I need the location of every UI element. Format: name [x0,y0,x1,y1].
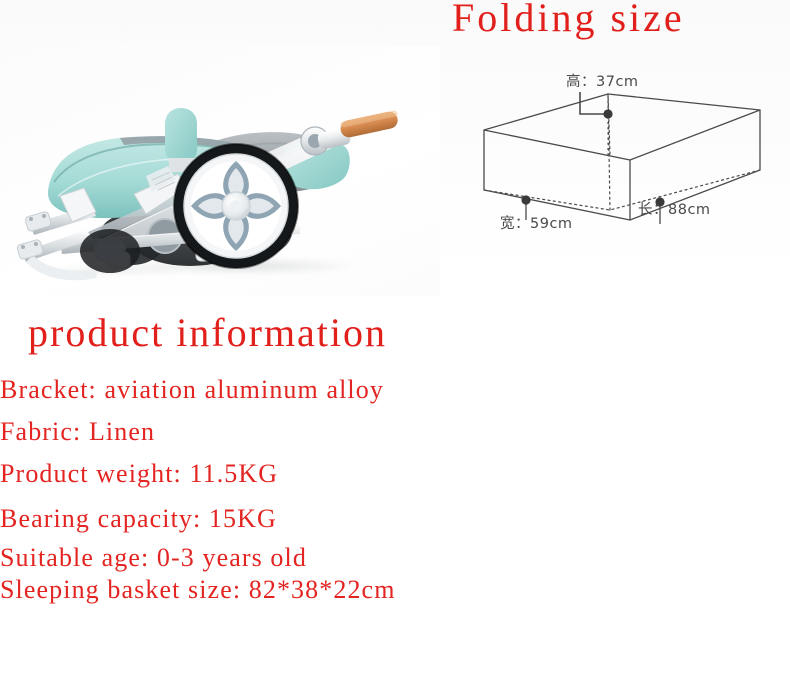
product-information-heading: product information [28,310,388,355]
height-dimension-label: 高：37cm [566,74,639,90]
folded-stroller-illustration [16,108,398,281]
spec-bracket: Bracket: aviation aluminum alloy [0,375,384,404]
spec-basket: Sleeping basket size: 82*38*22cm [0,575,396,604]
spec-weight: Product weight: 11.5KG [0,459,279,488]
folding-size-heading: Folding size [452,0,685,40]
height-dot [603,109,613,119]
width-dimension-label: 宽：59cm [500,216,573,232]
spec-fabric: Fabric: Linen [0,417,156,446]
spec-capacity: Bearing capacity: 15KG [0,504,277,533]
product-photo [0,46,440,296]
folding-size-diagram: 高：37cm 宽：59cm 长：88cm [462,52,782,262]
product-detail-page: Folding size 高：37cm 宽：59cm 长：88cm produc… [0,0,790,690]
spec-age: Suitable age: 0-3 years old [0,543,307,572]
width-dot [521,195,531,205]
length-dimension-label: 长：88cm [638,202,711,218]
